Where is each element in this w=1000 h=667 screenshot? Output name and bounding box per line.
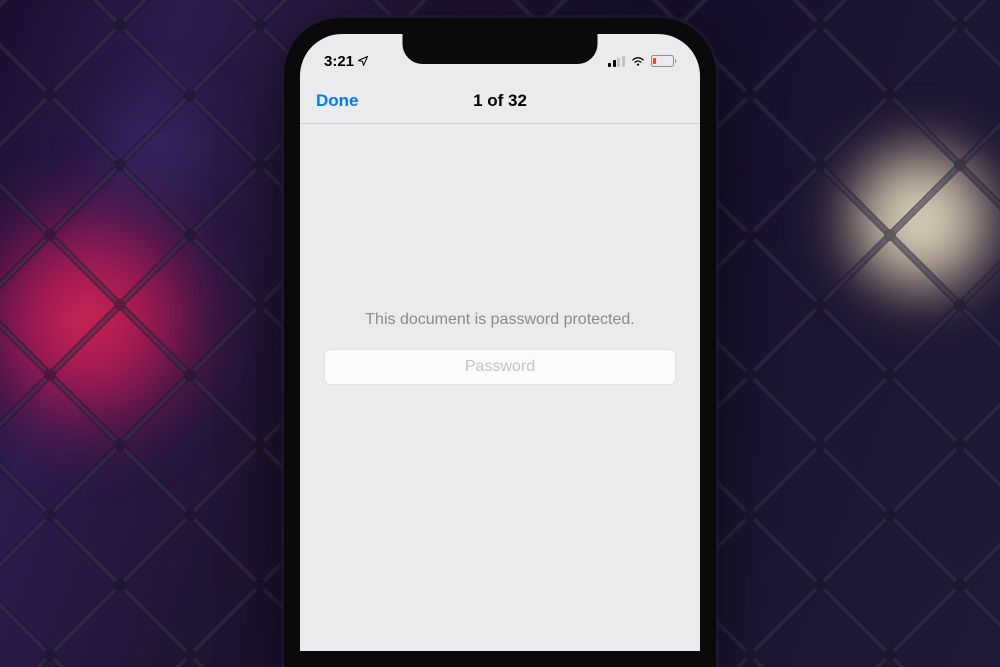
location-icon — [357, 55, 369, 67]
phone-screen: 3:21 — [300, 34, 700, 651]
nav-header: Done 1 of 32 — [300, 78, 700, 124]
wifi-icon — [630, 55, 646, 67]
battery-icon — [651, 55, 677, 67]
phone-bezel: 3:21 — [284, 18, 716, 667]
cellular-signal-icon — [608, 56, 625, 67]
password-input[interactable] — [324, 349, 676, 385]
display-notch — [403, 34, 598, 64]
status-time: 3:21 — [324, 53, 354, 70]
password-protected-message: This document is password protected. — [365, 311, 634, 329]
page-title: 1 of 32 — [473, 91, 527, 111]
content-area: This document is password protected. — [300, 84, 700, 611]
done-button[interactable]: Done — [316, 91, 359, 111]
